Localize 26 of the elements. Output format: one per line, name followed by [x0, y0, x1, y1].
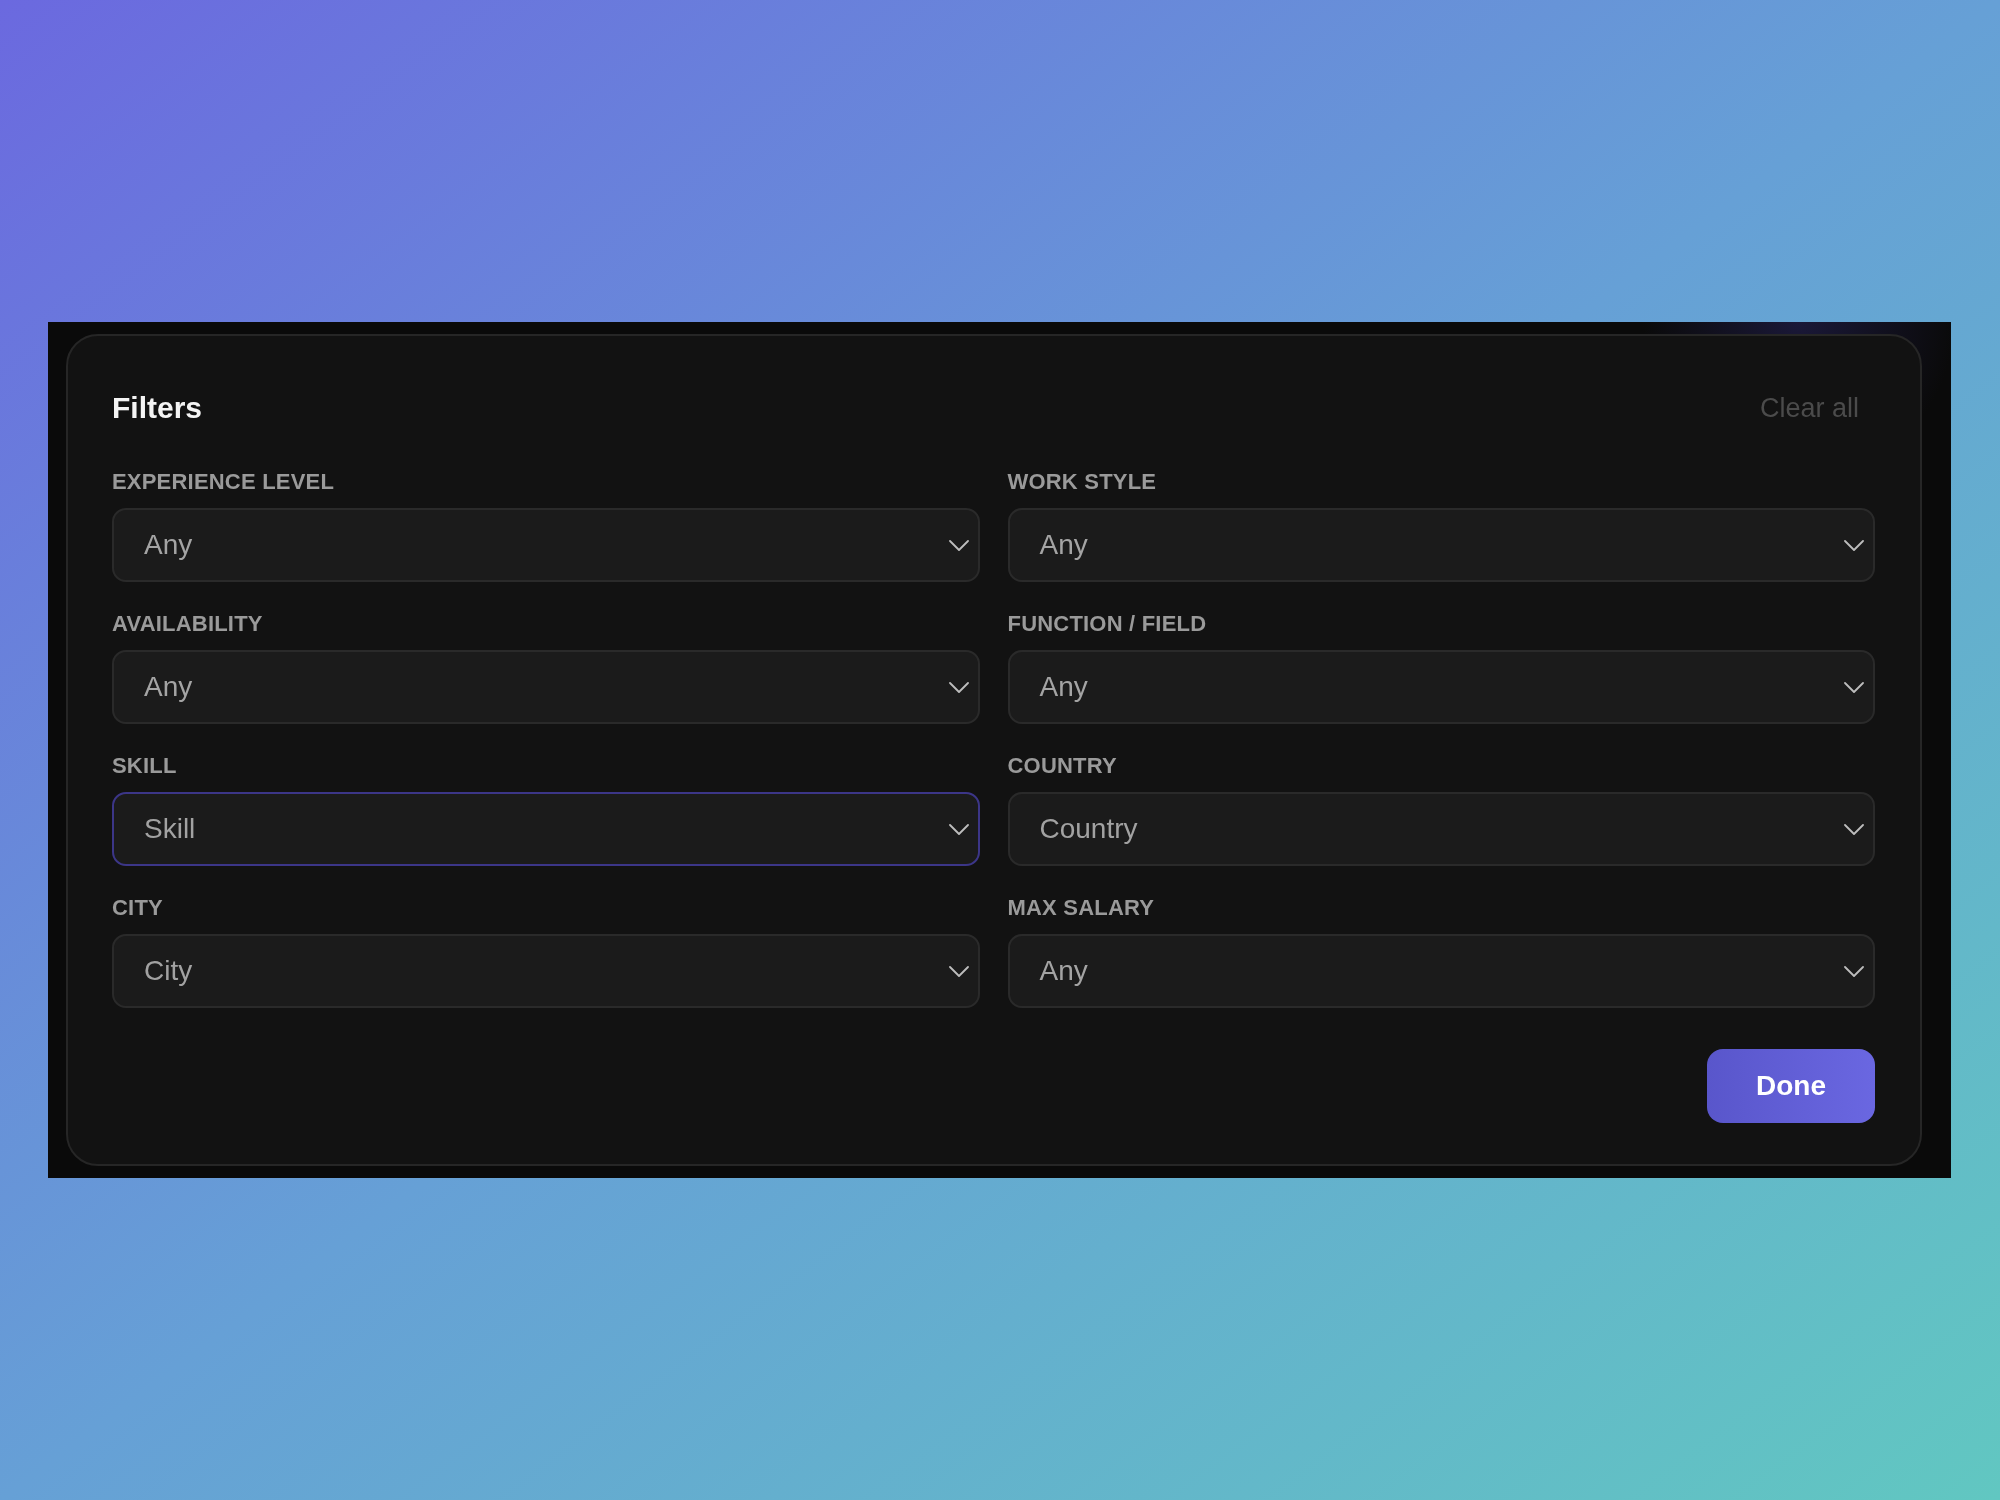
chevron-down-icon	[1844, 539, 1864, 551]
chevron-down-icon	[1844, 681, 1864, 693]
field-label: FUNCTION / FIELD	[1007, 611, 1207, 637]
dropdown-field[interactable]: Any	[112, 508, 980, 582]
dropdown-field[interactable]: Skill	[112, 792, 980, 866]
field-label: COUNTRY	[1007, 753, 1117, 779]
field-label: SKILL	[112, 753, 177, 779]
dropdown-field[interactable]: Country	[1007, 792, 1875, 866]
chevron-down-icon	[948, 681, 969, 693]
dropdown-field[interactable]: Any	[1007, 650, 1875, 724]
chevron-down-icon	[1844, 823, 1864, 835]
dropdown-field[interactable]: Any	[1007, 508, 1875, 582]
field-label: EXPERIENCE LEVEL	[112, 469, 335, 495]
dropdown-field[interactable]: City	[112, 934, 980, 1008]
chevron-down-icon	[948, 823, 969, 835]
field-label: AVAILABILITY	[112, 611, 263, 637]
field-label: WORK STYLE	[1007, 469, 1157, 495]
dropdown-field[interactable]: Any	[112, 650, 980, 724]
chevron-down-icon	[1844, 965, 1864, 977]
field-label: CITY	[112, 895, 163, 921]
panel-title: Filters	[112, 390, 203, 426]
dropdown-field[interactable]: Any	[1007, 934, 1875, 1008]
done-button[interactable]: Done	[1707, 1049, 1875, 1123]
chevron-down-icon	[948, 965, 969, 977]
chevron-down-icon	[948, 539, 969, 551]
field-label: MAX SALARY	[1007, 895, 1155, 921]
